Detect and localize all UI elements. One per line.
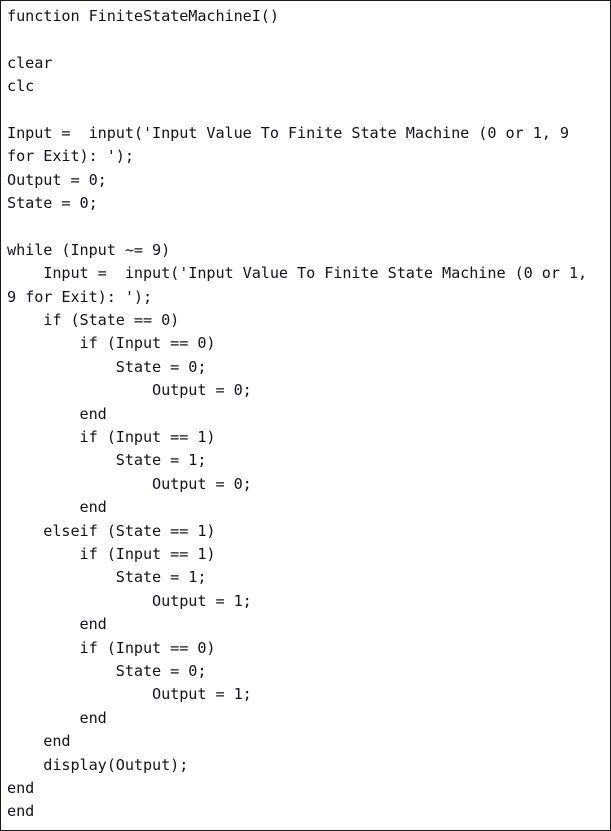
code-line: function FiniteStateMachineI() <box>7 7 279 25</box>
code-line: while (Input ~= 9) <box>7 240 171 259</box>
code-line: 9 for Exit): '); <box>7 287 153 306</box>
code-line: end <box>7 778 35 797</box>
code-line: end <box>7 732 71 751</box>
code-line: if (Input == 1) <box>7 428 216 447</box>
code-line: for Exit): '); <box>7 147 134 166</box>
code-line: Output = 1; <box>7 591 252 610</box>
code-line: end <box>7 615 107 634</box>
code-line: if (State == 0) <box>7 311 180 330</box>
code-line: if (Input == 1) <box>7 544 216 563</box>
code-line: State = 1; <box>7 451 207 470</box>
code-line: State = 0; <box>7 194 98 213</box>
code-line: elseif (State == 1) <box>7 521 216 540</box>
code-line: if (Input == 0) <box>7 334 216 353</box>
code-line: display(Output); <box>7 755 189 774</box>
code-line: clc <box>7 77 35 96</box>
code-listing-panel: function FiniteStateMachineI() clear clc … <box>0 0 611 831</box>
code-line: Output = 0; <box>7 474 252 493</box>
code-line: end <box>7 498 107 517</box>
code-line: State = 1; <box>7 568 207 587</box>
code-line: Output = 0; <box>7 381 252 400</box>
code-line: end <box>7 708 107 727</box>
code-line: Output = 1; <box>7 685 252 704</box>
code-line: if (Input == 0) <box>7 638 216 657</box>
code-line: State = 0; <box>7 357 207 376</box>
code-line: Input = input('Input Value To Finite Sta… <box>7 264 588 283</box>
code-line: State = 0; <box>7 661 207 680</box>
code-line: Input = input('Input Value To Finite Sta… <box>7 123 569 142</box>
code-line: clear <box>7 53 53 72</box>
code-line: Output = 0; <box>7 170 107 189</box>
code-block[interactable]: function FiniteStateMachineI() clear clc … <box>1 5 610 824</box>
code-line: end <box>7 404 107 423</box>
code-line: end <box>7 802 35 821</box>
